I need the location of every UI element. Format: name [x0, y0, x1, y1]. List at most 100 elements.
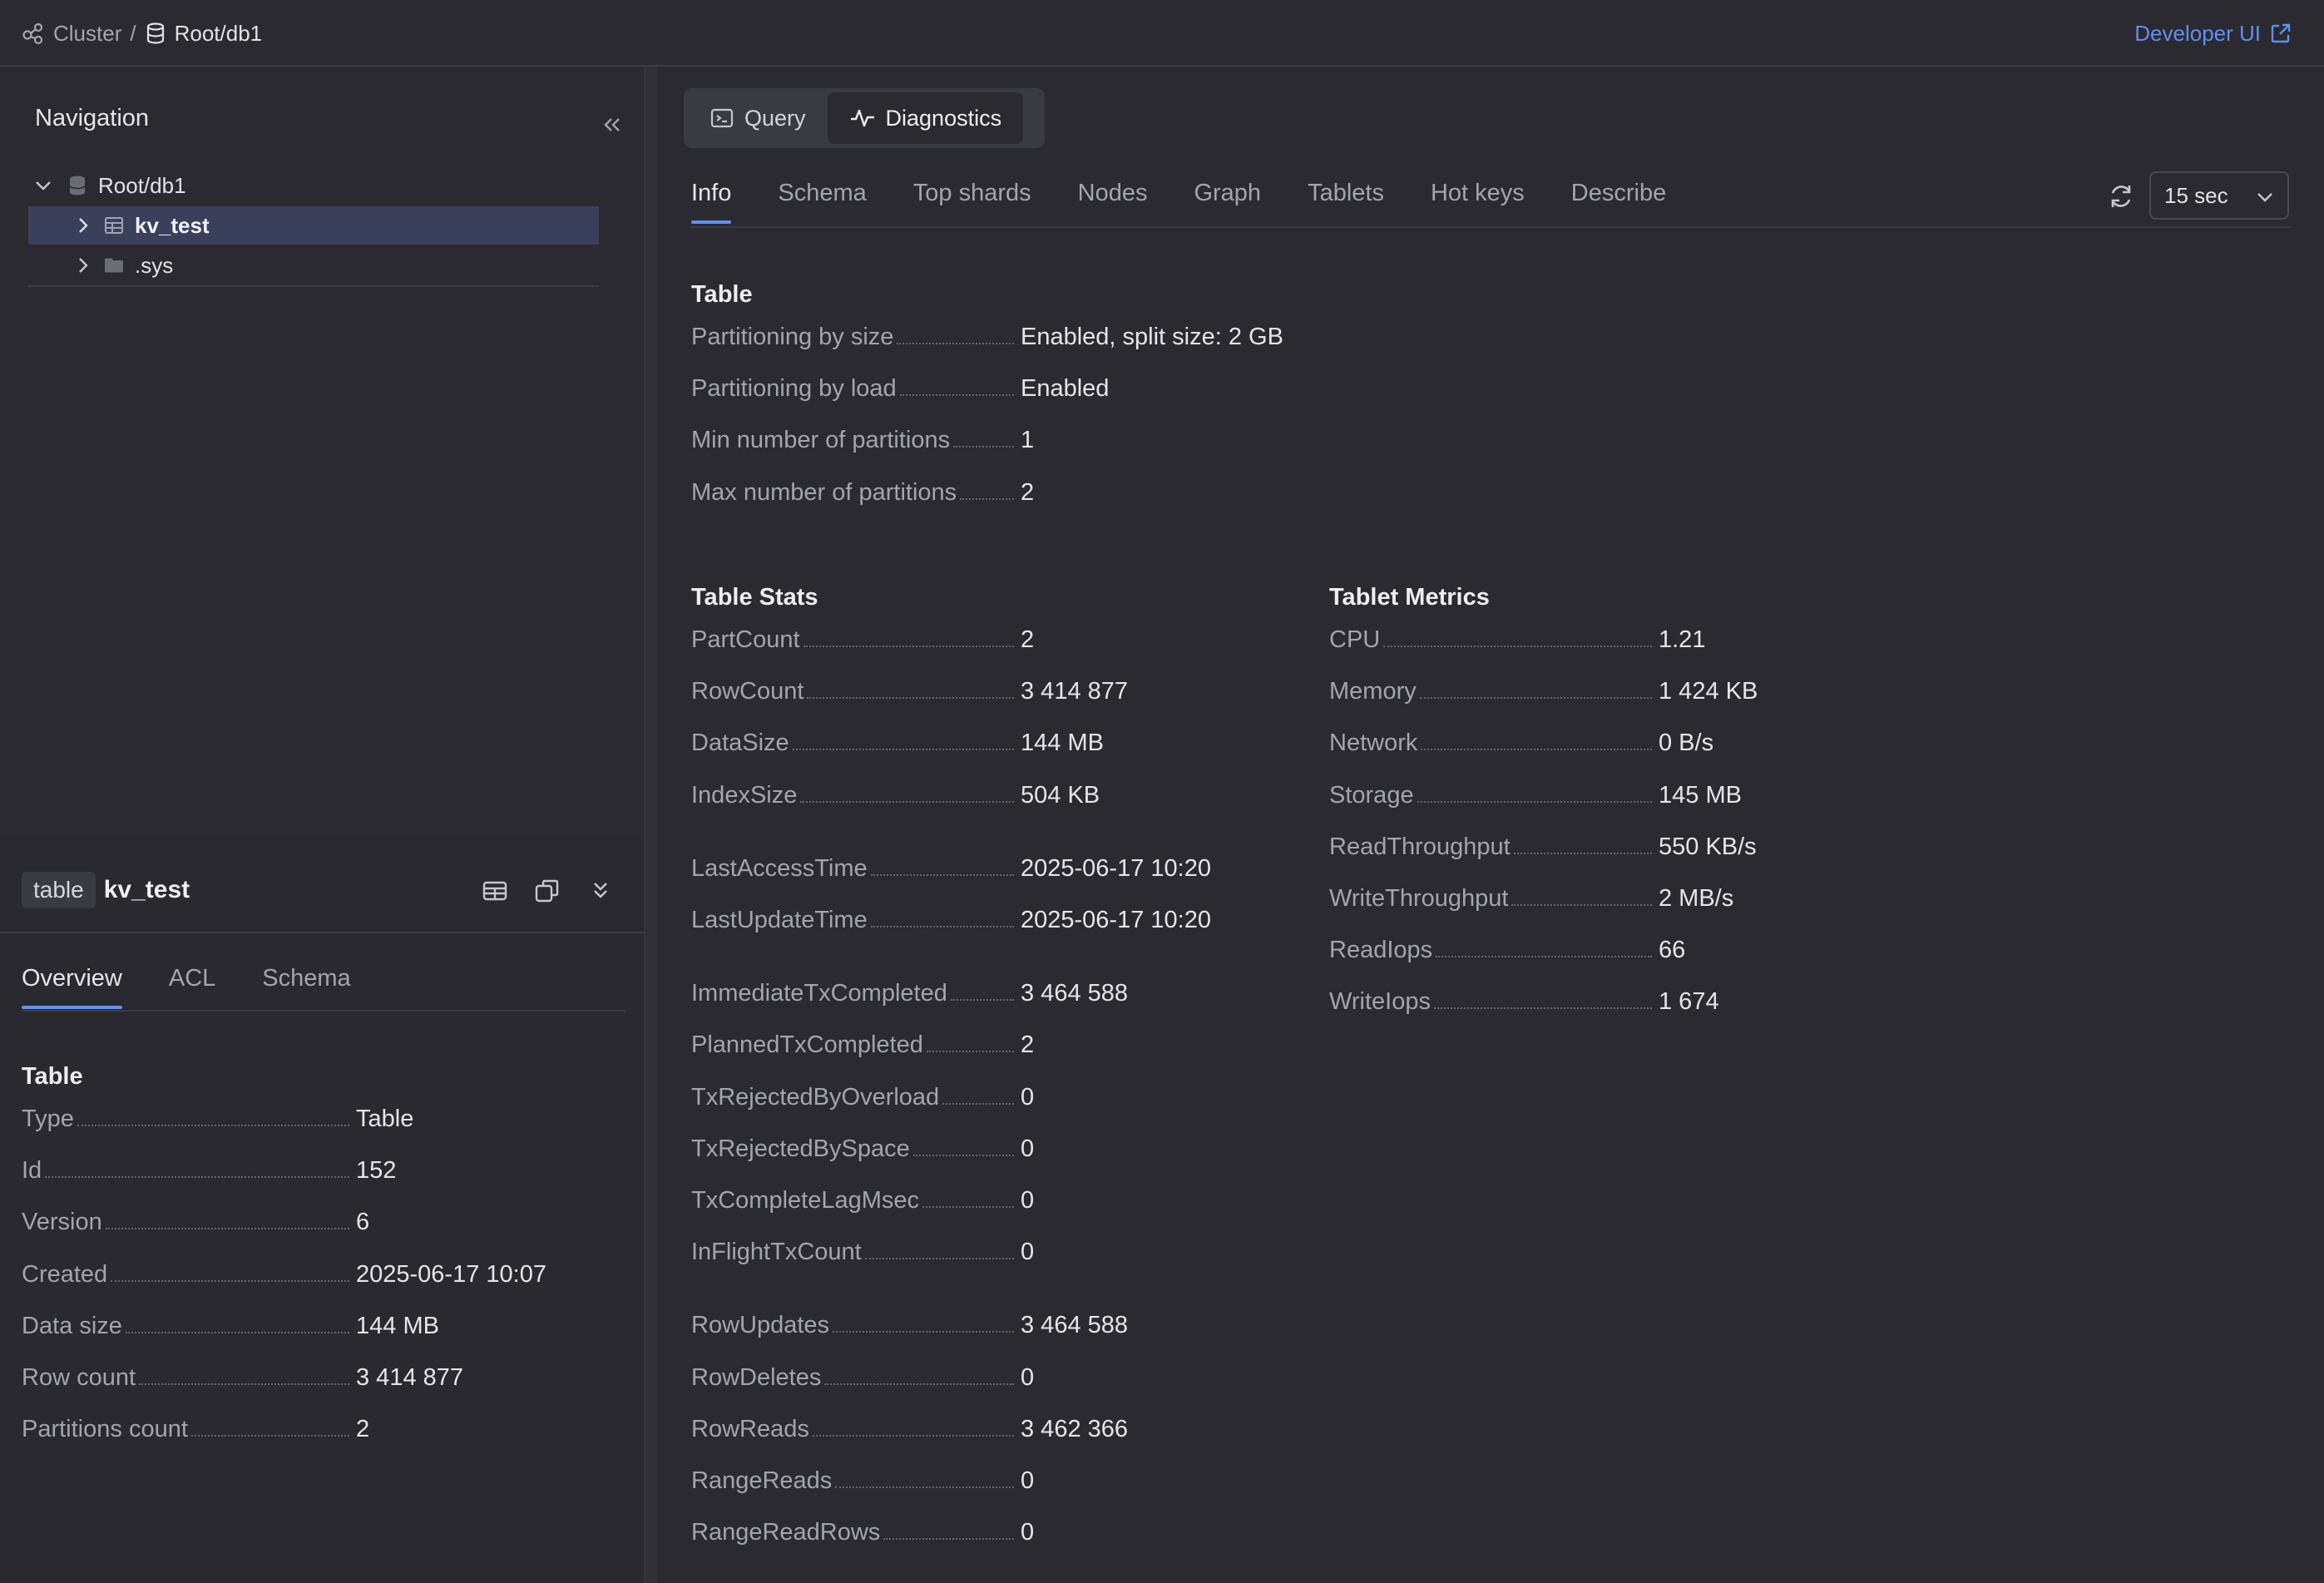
- leader-dots: [960, 497, 1014, 500]
- kv-value: 2: [356, 1416, 370, 1443]
- table-icon: [103, 215, 125, 236]
- refresh-interval-select[interactable]: 15 sec: [2149, 171, 2289, 220]
- kv-value: 1: [1021, 427, 1035, 454]
- refresh-button[interactable]: [2104, 180, 2138, 213]
- collapse-navigation-button[interactable]: [597, 110, 627, 140]
- leader-dots: [1433, 1007, 1652, 1010]
- kv-row: Storage 145 MB: [1329, 776, 1742, 809]
- tree-item-kv-test[interactable]: kv_test: [28, 206, 599, 245]
- kv-row: PartCount 2: [691, 621, 1034, 654]
- database-icon: [145, 22, 166, 45]
- kv-label: DataSize: [691, 730, 789, 757]
- kv-value: 1 424 KB: [1659, 678, 1758, 705]
- info-tabs-divider: [690, 226, 2291, 228]
- kv-value: 0: [1021, 1519, 1035, 1546]
- kv-row: Row count 3 414 877: [22, 1358, 463, 1392]
- kv-row: ReadIops 66: [1329, 931, 1685, 964]
- leader-dots: [1383, 646, 1652, 647]
- kv-row: Max number of partitions 2: [691, 473, 1034, 507]
- breadcrumb-database[interactable]: Root/db1: [175, 21, 263, 47]
- tab-hot-keys[interactable]: Hot keys: [1431, 180, 1525, 207]
- kv-row: Id 152: [22, 1151, 396, 1185]
- object-header: table kv_test: [22, 868, 190, 912]
- navigation-panel: Navigation Root/db1 kv_test .sys: [0, 67, 645, 834]
- tab-top-shards[interactable]: Top shards: [913, 180, 1031, 207]
- cluster-icon: [22, 22, 45, 45]
- kv-label: Type: [22, 1106, 74, 1132]
- breadcrumb-separator: /: [130, 20, 136, 46]
- database-icon: [67, 174, 88, 197]
- tree-item-label: Root/db1: [98, 172, 186, 198]
- copy-path-button[interactable]: [533, 877, 561, 905]
- breadcrumb-cluster[interactable]: Cluster: [53, 21, 121, 47]
- leader-dots: [833, 1331, 1014, 1333]
- kv-label: Version: [22, 1209, 102, 1236]
- chevron-right-icon[interactable]: [68, 250, 98, 280]
- diagnostics-mode-label: Diagnostics: [885, 105, 1002, 131]
- kv-label: Partitioning by size: [691, 324, 894, 350]
- pulse-icon: [849, 106, 876, 131]
- kv-label: IndexSize: [691, 781, 798, 809]
- kv-row: LastAccessTime 2025-06-17 10:20: [691, 849, 1211, 883]
- leader-dots: [899, 394, 1014, 397]
- double-chevron-down-icon: [594, 883, 607, 898]
- diagnostics-mode-button[interactable]: Diagnostics: [827, 92, 1024, 144]
- tab-info[interactable]: Info: [691, 180, 732, 224]
- panel-splitter[interactable]: [645, 67, 657, 1583]
- tree-item-root-db1[interactable]: Root/db1: [28, 166, 599, 205]
- leader-dots: [45, 1176, 349, 1179]
- chevron-right-icon[interactable]: [68, 210, 98, 240]
- tab-schema[interactable]: Schema: [778, 180, 866, 207]
- kv-label: WriteThroughput: [1329, 885, 1509, 912]
- leader-dots: [1436, 956, 1652, 958]
- leader-dots: [105, 1228, 349, 1230]
- tab-graph[interactable]: Graph: [1194, 180, 1261, 207]
- leader-dots: [111, 1279, 349, 1282]
- kv-label: RowUpdates: [691, 1312, 830, 1339]
- tab-overview[interactable]: Overview: [22, 965, 122, 1009]
- tab-tablets[interactable]: Tablets: [1308, 180, 1384, 207]
- kv-value: 2: [1021, 478, 1035, 506]
- query-mode-label: Query: [744, 105, 806, 131]
- kv-value: 3 464 588: [1021, 1312, 1129, 1339]
- tab-nodes[interactable]: Nodes: [1078, 180, 1148, 207]
- refresh-icon: [2111, 186, 2131, 207]
- kv-label: Memory: [1329, 678, 1417, 705]
- tree-item-label: kv_test: [135, 212, 210, 238]
- open-preview-button[interactable]: [481, 877, 509, 905]
- kv-row: ImmediateTxCompleted 3 464 588: [691, 974, 1128, 1007]
- kv-label: LastUpdateTime: [691, 907, 868, 933]
- kv-value: 550 KB/s: [1659, 833, 1757, 860]
- kv-row: Network 0 B/s: [1329, 724, 1713, 757]
- kv-label: Partitioning by load: [691, 375, 897, 403]
- chevron-down-icon[interactable]: [28, 171, 58, 200]
- kv-row: Min number of partitions 1: [691, 421, 1034, 454]
- kv-value: Enabled, split size: 2 GB: [1021, 324, 1283, 350]
- kv-label: TxCompleteLagMsec: [691, 1187, 919, 1214]
- kv-row: IndexSize 504 KB: [691, 776, 1100, 809]
- kv-label: RowDeletes: [691, 1363, 822, 1391]
- kv-row: InFlightTxCount 0: [691, 1233, 1034, 1266]
- leader-dots: [942, 1102, 1014, 1105]
- kv-label: RangeReads: [691, 1467, 833, 1494]
- tree-item-sys[interactable]: .sys: [28, 246, 599, 284]
- kv-label: Id: [22, 1157, 42, 1185]
- kv-row: DataSize 144 MB: [691, 724, 1104, 757]
- tab-schema[interactable]: Schema: [262, 965, 350, 992]
- developer-ui-link[interactable]: Developer UI: [2134, 0, 2292, 67]
- leader-dots: [792, 749, 1014, 751]
- kv-row: RangeReads 0: [691, 1462, 1034, 1495]
- kv-label: CPU: [1329, 626, 1381, 653]
- mode-switch: Query Diagnostics: [684, 88, 1045, 148]
- query-mode-button[interactable]: Query: [688, 92, 828, 144]
- tab-acl[interactable]: ACL: [169, 965, 215, 992]
- collapse-summary-button[interactable]: [586, 877, 615, 905]
- object-kind-badge: table: [22, 872, 96, 908]
- kv-row: RowCount 3 414 877: [691, 672, 1128, 705]
- leader-dots: [77, 1125, 349, 1126]
- kv-label: Network: [1329, 730, 1418, 757]
- kv-value: 144 MB: [1021, 730, 1104, 757]
- tab-describe[interactable]: Describe: [1571, 180, 1666, 207]
- kv-value: 2: [1021, 1031, 1035, 1059]
- chevron-down-icon: [2254, 186, 2276, 208]
